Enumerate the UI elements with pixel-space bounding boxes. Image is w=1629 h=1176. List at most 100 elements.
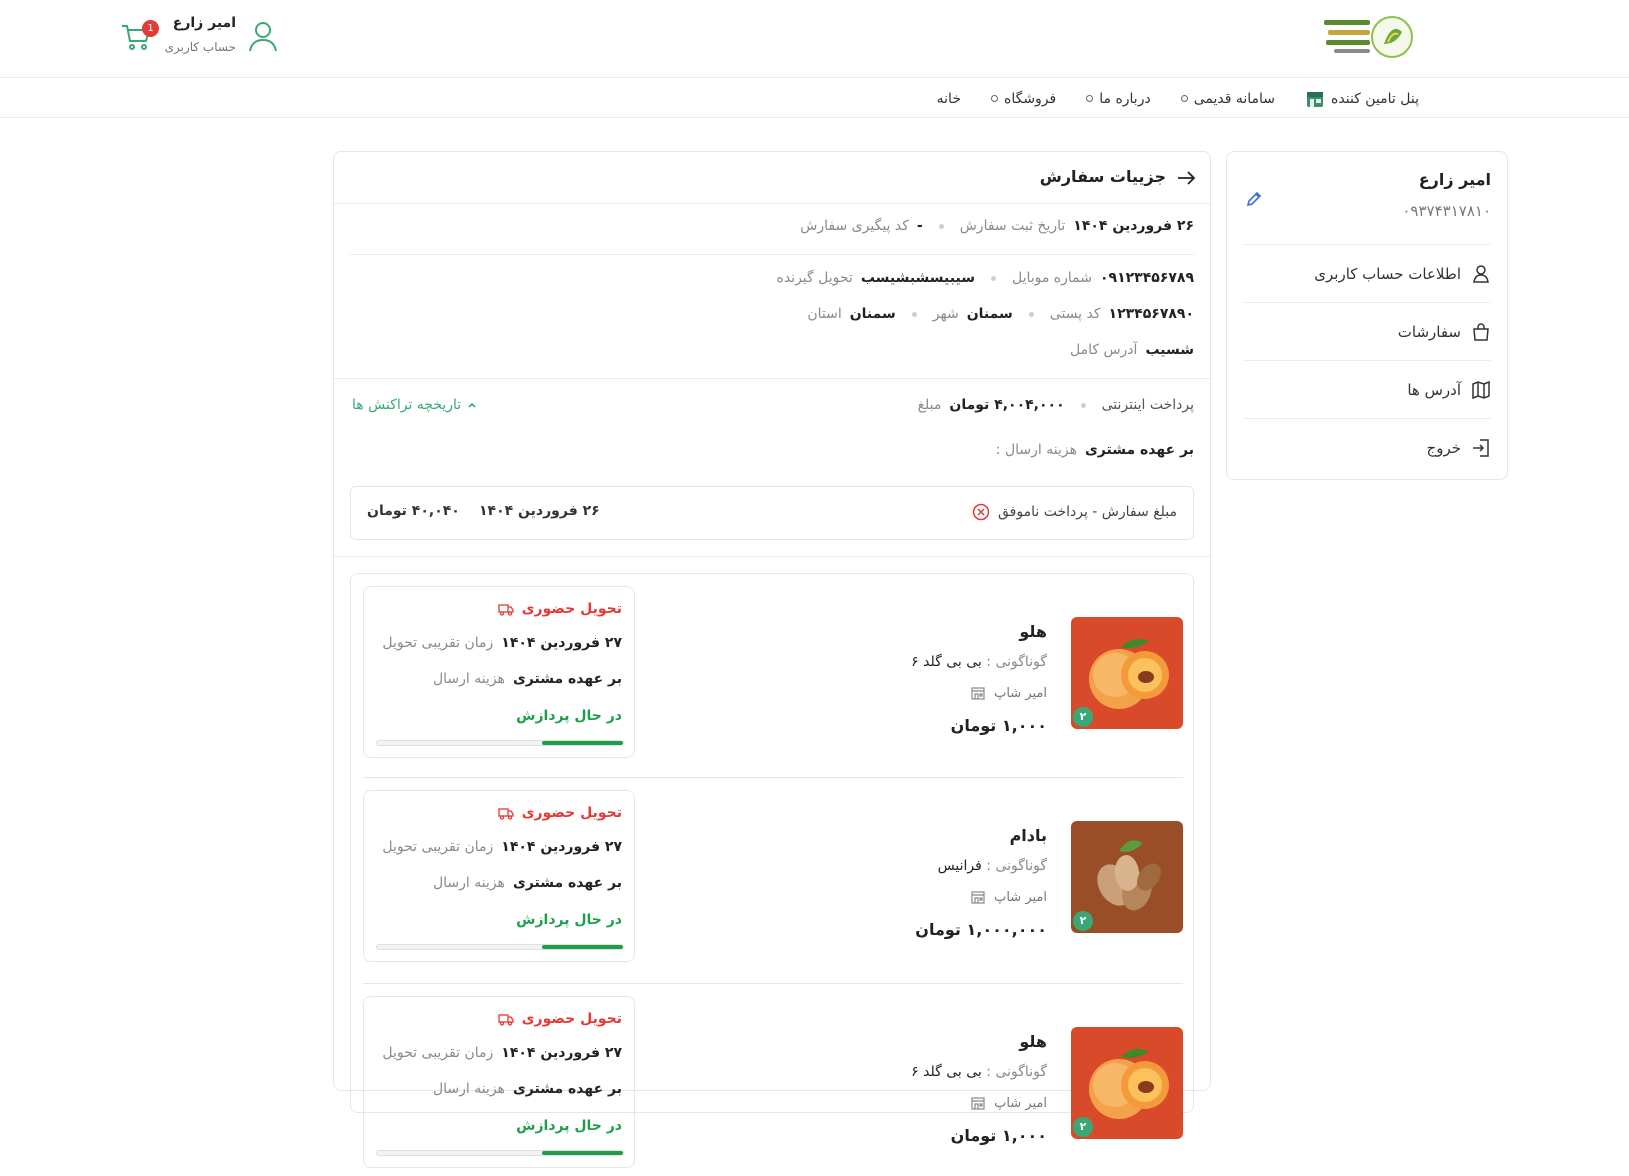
mobile-value: ۰۹۱۲۳۴۵۶۷۸۹ (1100, 270, 1194, 286)
user-account-box[interactable]: امیر زارع حساب کاربری 1 (120, 12, 280, 62)
separator-dot (990, 275, 996, 281)
product-shop: امیر شاپ (970, 1095, 1047, 1111)
city-label: شهر (932, 306, 959, 322)
nav-supplier-panel[interactable]: پنل تامین کننده (1305, 89, 1419, 109)
separator-dot (1080, 402, 1086, 408)
product-image[interactable]: ۲ (1071, 1027, 1183, 1139)
order-meta-line: کد پیگیری سفارش - تاریخ ثبت سفارش ۲۶ فرو… (800, 218, 1194, 234)
nav-about[interactable]: درباره ما (1086, 90, 1151, 107)
eta-label: زمان تقریبی تحویل (382, 635, 494, 651)
truck-icon (498, 1014, 514, 1026)
nav-home[interactable]: خانه (937, 91, 961, 107)
address-line: آدرس کامل شسیب (1070, 342, 1194, 358)
product-name[interactable]: هلو (1019, 622, 1047, 641)
sidebar-item-logout[interactable]: خروج (1243, 418, 1491, 476)
product-image[interactable]: ۲ (1071, 617, 1183, 729)
item-shipping-label: هزینه ارسال (432, 1081, 505, 1097)
address-label: آدرس کامل (1069, 342, 1138, 358)
nav-home-label: خانه (936, 90, 961, 107)
item-shipping-value: بر عهده مشتری (512, 875, 622, 891)
sidebar-item-label: آدرس ها (1407, 380, 1461, 399)
delivery-card: تحویل حضوری زمان تقریبی تحویل ۲۷ فروردین … (363, 790, 635, 962)
eta-value: ۲۷ فروردین ۱۴۰۴ (501, 839, 622, 855)
delivery-type: تحویل حضوری (498, 805, 622, 821)
sidebar-item-orders[interactable]: سفارشات (1243, 302, 1491, 360)
cart-button[interactable]: 1 (120, 20, 159, 52)
amount-label: مبلغ (917, 397, 942, 413)
sidebar-user-phone: ۰۹۳۷۴۳۱۷۸۱۰ (1402, 202, 1491, 220)
province-label: استان (807, 306, 842, 322)
product-variant: گوناگونی : بی بی گلد ۶ (911, 1064, 1047, 1080)
product-variant: گوناگونی : بی بی گلد ۶ (911, 654, 1047, 670)
variant-label: گوناگونی : (986, 1064, 1047, 1080)
nav-legacy-system[interactable]: سامانه قدیمی (1180, 91, 1275, 107)
eta-label: زمان تقریبی تحویل (382, 1045, 494, 1061)
user-icon (1473, 264, 1489, 283)
province-value: سمنان (849, 306, 896, 322)
product-image[interactable]: ۲ (1071, 821, 1183, 933)
transaction-history-toggle[interactable]: تاریخچه تراکنش ها (352, 397, 477, 413)
product-name[interactable]: بادام (1010, 826, 1047, 845)
shop-icon (971, 1097, 985, 1110)
nav-shop-label: فروشگاه (1003, 90, 1057, 107)
item-shipping-label: هزینه ارسال (432, 671, 505, 687)
progress-fill (541, 945, 623, 949)
nav-about-label: درباره ما (1099, 90, 1151, 107)
shop-name: امیر شاپ (994, 889, 1047, 905)
truck-icon (498, 808, 514, 820)
product-name[interactable]: هلو (1019, 1032, 1047, 1051)
variant-label: گوناگونی : (986, 858, 1047, 874)
page-title: جزییات سفارش (1039, 167, 1166, 186)
divider (363, 777, 1183, 778)
item-shipping-label: هزینه ارسال (432, 875, 505, 891)
user-name: امیر زارع (172, 15, 236, 31)
eta-line: زمان تقریبی تحویل ۲۷ فروردین ۱۴۰۴ (382, 635, 622, 651)
variant-value: فرانیس (937, 858, 982, 874)
address-value: شسیب (1145, 342, 1194, 358)
order-date-value: ۲۶ فروردین ۱۴۰۴ (1073, 218, 1194, 234)
edit-pencil-icon[interactable] (1245, 190, 1263, 208)
sidebar-item-label: اطلاعات حساب کاربری (1314, 264, 1461, 283)
order-date-label: تاریخ ثبت سفارش (959, 218, 1066, 234)
failed-x-icon (972, 503, 990, 521)
product-variant: گوناگونی : فرانیس (938, 858, 1047, 874)
product-shop: امیر شاپ (970, 889, 1047, 905)
nav-shop[interactable]: فروشگاه (990, 90, 1057, 107)
back-arrow-icon[interactable] (1176, 168, 1196, 188)
sidebar-item-account-info[interactable]: اطلاعات حساب کاربری (1243, 244, 1491, 302)
quantity-badge: ۲ (1073, 911, 1093, 931)
delivery-type-label: تحویل حضوری (521, 601, 622, 617)
delivery-type-label: تحویل حضوری (521, 1011, 622, 1027)
top-header: امیر زارع حساب کاربری 1 (0, 0, 1629, 78)
receiver-line: تحویل گیرنده سیبیسشبشیسب شماره موبایل ۰۹… (777, 270, 1195, 286)
mobile-label: شماره موبایل (1011, 270, 1092, 286)
site-logo[interactable] (1320, 14, 1414, 60)
eta-label: زمان تقریبی تحویل (382, 839, 494, 855)
product-price: ۱,۰۰۰ تومان (950, 1126, 1047, 1145)
sidebar-item-addresses[interactable]: آدرس ها (1243, 360, 1491, 418)
delivery-type: تحویل حضوری (498, 1011, 622, 1027)
transaction-date: ۲۶ فروردین ۱۴۰۴ (479, 503, 600, 519)
tracking-label: کد پیگیری سفارش (800, 218, 909, 234)
location-line: استان سمنان شهر سمنان کد پستی ۱۲۳۴۵۶۷۸۹۰ (807, 306, 1194, 322)
item-shipping-value: بر عهده مشتری (512, 671, 622, 687)
dropdown-dot-icon (1086, 95, 1094, 102)
progress-bar (376, 740, 624, 746)
item-shipping-line: هزینه ارسال بر عهده مشتری (433, 671, 622, 687)
quantity-badge: ۲ (1073, 707, 1093, 727)
account-sidebar: امیر زارع ۰۹۳۷۴۳۱۷۸۱۰ اطلاعات حساب کاربر… (1226, 151, 1508, 480)
progress-fill (541, 741, 623, 745)
receiver-value: سیبیسشبشیسب (860, 270, 975, 286)
item-status: در حال پردازش (516, 708, 622, 724)
shipping-label: هزینه ارسال : (995, 442, 1077, 458)
transaction-history-label: تاریخچه تراکنش ها (352, 397, 462, 413)
receiver-label: تحویل گیرنده (776, 270, 853, 286)
dropdown-dot-icon (990, 95, 998, 102)
cart-count-badge: 1 (142, 20, 159, 37)
transaction-status-text: مبلغ سفارش - پرداخت ناموفق (998, 504, 1177, 520)
shop-icon (971, 687, 985, 700)
dropdown-dot-icon (1180, 95, 1188, 102)
shop-icon (971, 891, 985, 904)
product-price: ۱,۰۰۰,۰۰۰ تومان (915, 920, 1047, 939)
order-item: ۲ بادام گوناگونی : فرانیس امیر شاپ ۱,۰۰۰… (363, 790, 1183, 970)
